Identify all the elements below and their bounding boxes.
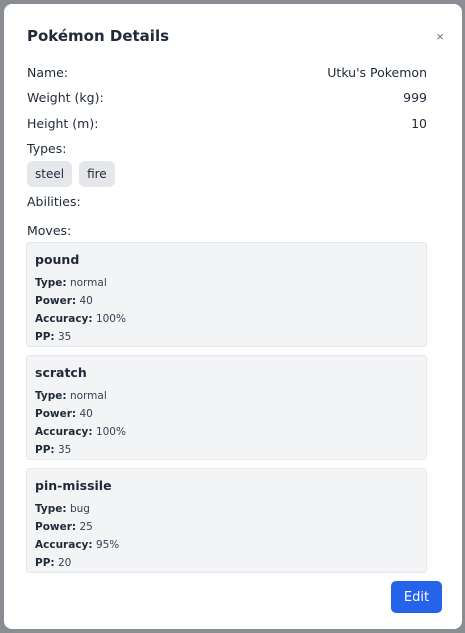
move-pp: PP: 20: [35, 554, 418, 572]
move-name: scratch: [35, 365, 87, 380]
types-list: steel fire: [27, 161, 115, 187]
height-label: Height (m):: [27, 116, 99, 131]
move-power-value: 40: [79, 408, 93, 420]
move-pp-label: PP:: [35, 557, 55, 569]
move-type: Type: bug: [35, 500, 418, 518]
name-row: Name: Utku's Pokemon: [27, 65, 427, 80]
abilities-label: Abilities:: [27, 194, 81, 209]
move-accuracy-label: Accuracy:: [35, 539, 93, 551]
weight-value: 999: [403, 90, 427, 105]
close-icon[interactable]: ×: [436, 30, 444, 43]
name-value: Utku's Pokemon: [327, 65, 427, 80]
move-type-value: bug: [69, 503, 90, 515]
move-power-value: 40: [79, 295, 93, 307]
move-type-value: normal: [69, 277, 107, 289]
move-power-value: 25: [79, 521, 93, 533]
move-type: Type: normal: [35, 274, 418, 292]
move-accuracy: Accuracy: 100%: [35, 310, 418, 328]
move-pp-label: PP:: [35, 331, 55, 343]
move-power-label: Power:: [35, 408, 77, 420]
weight-row: Weight (kg): 999: [27, 90, 427, 105]
move-type: Type: normal: [35, 387, 418, 405]
move-pp: PP: 35: [35, 441, 418, 459]
pokemon-details-modal: Pokémon Details × Name: Utku's Pokemon W…: [4, 4, 462, 629]
move-accuracy-value: 100%: [95, 313, 126, 325]
types-label: Types:: [27, 141, 67, 156]
name-label: Name:: [27, 65, 69, 80]
move-pp-value: 35: [57, 331, 72, 343]
move-power: Power: 40: [35, 292, 418, 310]
move-accuracy-label: Accuracy:: [35, 426, 93, 438]
move-pp: PP: 35: [35, 328, 418, 346]
move-type-label: Type:: [35, 503, 67, 515]
move-name: pound: [35, 252, 80, 267]
move-accuracy: Accuracy: 100%: [35, 423, 418, 441]
modal-title: Pokémon Details: [27, 27, 170, 45]
move-card: pound Type: normal Power: 40 Accuracy: 1…: [26, 242, 427, 347]
move-type-label: Type:: [35, 390, 67, 402]
move-card: scratch Type: normal Power: 40 Accuracy:…: [26, 355, 427, 460]
move-power: Power: 40: [35, 405, 418, 423]
move-card: pin-missile Type: bug Power: 25 Accuracy…: [26, 468, 427, 573]
type-badge: fire: [79, 161, 115, 187]
move-accuracy-value: 95%: [95, 539, 120, 551]
height-row: Height (m): 10: [27, 116, 427, 131]
move-pp-label: PP:: [35, 444, 55, 456]
move-pp-value: 35: [57, 444, 72, 456]
move-name: pin-missile: [35, 478, 112, 493]
moves-label: Moves:: [27, 223, 72, 238]
edit-button[interactable]: Edit: [391, 581, 442, 613]
move-pp-value: 20: [57, 557, 72, 569]
move-power-label: Power:: [35, 521, 77, 533]
height-value: 10: [411, 116, 427, 131]
move-accuracy: Accuracy: 95%: [35, 536, 418, 554]
move-accuracy-value: 100%: [95, 426, 126, 438]
move-type-label: Type:: [35, 277, 67, 289]
move-power: Power: 25: [35, 518, 418, 536]
move-type-value: normal: [69, 390, 107, 402]
move-accuracy-label: Accuracy:: [35, 313, 93, 325]
weight-label: Weight (kg):: [27, 90, 104, 105]
move-power-label: Power:: [35, 295, 77, 307]
type-badge: steel: [27, 161, 73, 187]
